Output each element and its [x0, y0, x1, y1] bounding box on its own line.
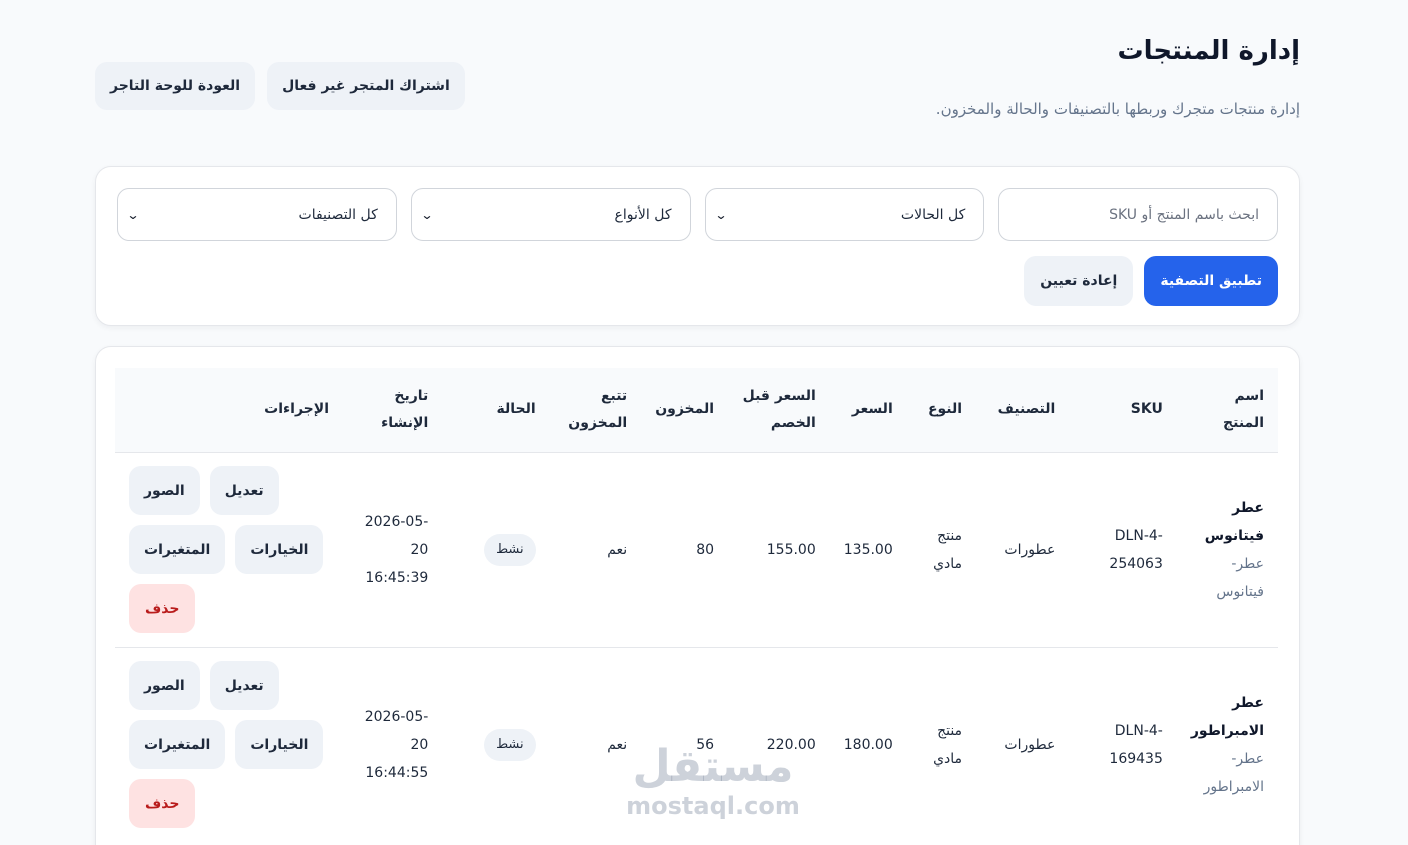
header-price: السعر [851, 401, 893, 418]
header-actions: العودة للوحة التاجر اشتراك المتجر غير فع… [95, 62, 465, 110]
watermark-arabic: مستقل [632, 741, 794, 792]
category-select[interactable]: كل التصنيفات ⌄ [117, 188, 397, 241]
mostaql-watermark: مستقل mostaql.com [618, 741, 808, 821]
created-time: 16:44:55 [365, 764, 429, 781]
price-cell: 180.00 [843, 736, 893, 753]
header-compare-price: السعر قبل الخصم [742, 387, 816, 431]
variants-button[interactable]: المتغيرات [129, 720, 226, 770]
header-status: الحالة [496, 401, 536, 418]
chevron-down-icon: ⌄ [126, 207, 140, 222]
filter-actions: تطبيق التصفية إعادة تعيين [1024, 256, 1278, 306]
type-select[interactable]: كل الأنواع ⌄ [410, 188, 691, 241]
search-placeholder: ابحث باسم المنتج أو SKU [1109, 206, 1259, 223]
apply-filter-button[interactable]: تطبيق التصفية [1144, 256, 1278, 306]
sku-cell: DLN-4-169435 [1109, 722, 1163, 767]
actions-row: تعديل الصور [129, 466, 279, 515]
page-header: إدارة المنتجات إدارة منتجات متجرك وربطها… [95, 0, 1300, 166]
category-cell: عطورات [1004, 541, 1056, 558]
search-input[interactable]: ابحث باسم المنتج أو SKU [998, 188, 1278, 241]
page-title: إدارة المنتجات [1117, 36, 1301, 66]
header-track-stock: تتبع المخزون [568, 387, 628, 431]
table-header-row: اسم المنتج SKU التصنيف النوع السعر السعر… [115, 368, 1278, 452]
header-category: التصنيف [997, 401, 1056, 418]
created-at-cell: 2026-05-20 16:44:55 [343, 647, 442, 842]
actions-row: الخيارات المتغيرات [129, 525, 324, 574]
table-row: عطر فيتانوس عطر-فيتانوس DLN-4-254063 عطو… [115, 452, 1278, 647]
created-date: 2026-05-20 [364, 513, 429, 558]
header-created-at: تاريخ الإنشاء [381, 387, 429, 431]
track-stock-cell: نعم [607, 541, 628, 558]
created-date: 2026-05-20 [364, 708, 429, 753]
created-at-cell: 2026-05-20 16:45:39 [343, 452, 442, 647]
row-actions: تعديل الصور الخيارات المتغيرات حذف [129, 661, 329, 829]
options-button[interactable]: الخيارات [235, 525, 324, 574]
header-stock: المخزون [655, 401, 715, 418]
header-name: اسم المنتج [1223, 387, 1264, 431]
store-subscription-button[interactable]: اشتراك المتجر غير فعال [267, 62, 465, 110]
header-sku: SKU [1130, 401, 1163, 418]
product-name[interactable]: عطر فيتانوس [1191, 494, 1264, 550]
images-button[interactable]: الصور [129, 661, 200, 711]
reset-filter-button[interactable]: إعادة تعيين [1024, 256, 1134, 306]
actions-row: الخيارات المتغيرات [129, 720, 324, 770]
sku-cell: DLN-4-254063 [1109, 527, 1163, 572]
chevron-down-icon: ⌄ [713, 207, 728, 222]
filter-card: ابحث باسم المنتج أو SKU كل الحالات ⌄ كل … [95, 166, 1300, 326]
product-name-cell: عطر فيتانوس عطر-فيتانوس [1177, 452, 1278, 647]
page-container: إدارة المنتجات إدارة منتجات متجرك وربطها… [95, 0, 1300, 845]
chevron-down-icon: ⌄ [420, 207, 434, 222]
actions-row: تعديل الصور [129, 661, 279, 711]
product-name-cell: عطر الامبراطور عطر-الامبراطور [1177, 647, 1278, 842]
header-type: النوع [927, 401, 963, 418]
type-cell: منتج مادي [933, 722, 963, 767]
product-slug: عطر-الامبراطور [1203, 750, 1264, 795]
status-select[interactable]: كل الحالات ⌄ [704, 188, 985, 241]
price-cell: 135.00 [843, 541, 893, 558]
delete-button[interactable]: حذف [129, 584, 196, 633]
page-subtitle: إدارة منتجات متجرك وربطها بالتصنيفات وال… [935, 100, 1300, 118]
status-cell: نشط [442, 647, 549, 842]
actions-row: حذف [129, 584, 196, 633]
delete-button[interactable]: حذف [129, 779, 196, 829]
created-time: 16:45:39 [365, 569, 429, 586]
status-cell: نشط [442, 452, 549, 647]
variants-button[interactable]: المتغيرات [129, 525, 226, 574]
type-cell: منتج مادي [933, 527, 963, 572]
back-to-dashboard-button[interactable]: العودة للوحة التاجر [95, 62, 256, 110]
category-cell: عطورات [1004, 736, 1056, 753]
compare-price-cell: 155.00 [766, 541, 816, 558]
status-select-value: كل الحالات [900, 206, 966, 223]
actions-cell: تعديل الصور الخيارات المتغيرات حذف [115, 452, 343, 647]
header-actions: الإجراءات [264, 401, 329, 418]
stock-cell: 80 [696, 541, 715, 558]
row-actions: تعديل الصور الخيارات المتغيرات حذف [129, 466, 329, 633]
images-button[interactable]: الصور [129, 466, 200, 515]
status-badge: نشط [484, 533, 536, 566]
product-name[interactable]: عطر الامبراطور [1191, 689, 1264, 745]
edit-button[interactable]: تعديل [209, 661, 279, 711]
edit-button[interactable]: تعديل [209, 466, 279, 515]
type-select-value: كل الأنواع [614, 206, 672, 223]
options-button[interactable]: الخيارات [235, 720, 324, 770]
actions-cell: تعديل الصور الخيارات المتغيرات حذف [115, 647, 343, 842]
filter-row: ابحث باسم المنتج أو SKU كل الحالات ⌄ كل … [117, 188, 1278, 241]
product-slug: عطر-فيتانوس [1216, 555, 1264, 600]
category-select-value: كل التصنيفات [298, 206, 378, 223]
actions-row: حذف [129, 779, 196, 829]
status-badge: نشط [484, 728, 536, 761]
watermark-english: mostaql.com [626, 792, 800, 820]
